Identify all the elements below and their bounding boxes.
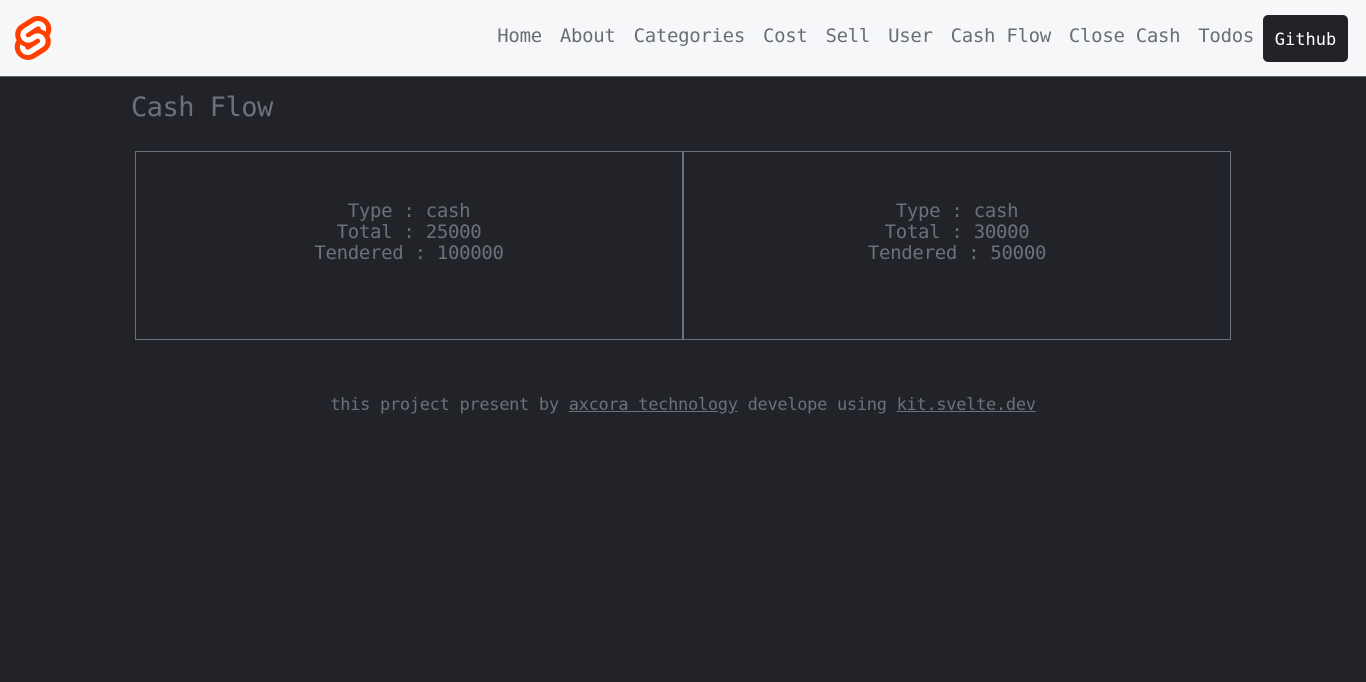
page-title: Cash Flow bbox=[131, 92, 273, 123]
nav-link-home[interactable]: Home bbox=[497, 25, 542, 47]
nav-link-sell[interactable]: Sell bbox=[826, 25, 871, 47]
cash-flow-card: Type : cash Total : 25000 Tendered : 100… bbox=[135, 151, 683, 340]
nav-link-categories[interactable]: Categories bbox=[634, 25, 746, 47]
footer: this project present by axcora technolog… bbox=[0, 395, 1366, 415]
nav-link-about[interactable]: About bbox=[560, 25, 616, 47]
card-tendered: Tendered : 50000 bbox=[867, 242, 1047, 264]
card-tendered: Tendered : 100000 bbox=[314, 242, 504, 264]
nav-link-user[interactable]: User bbox=[888, 25, 933, 47]
footer-text: develope using bbox=[737, 395, 897, 415]
card-type: Type : cash bbox=[895, 200, 1019, 222]
nav-link-cost[interactable]: Cost bbox=[763, 25, 808, 47]
cash-flow-list: Type : cash Total : 25000 Tendered : 100… bbox=[135, 151, 1231, 340]
sveltekit-link[interactable]: kit.svelte.dev bbox=[897, 395, 1036, 415]
svelte-logo-icon[interactable] bbox=[14, 15, 52, 61]
card-type: Type : cash bbox=[347, 200, 471, 222]
nav-link-cash-flow[interactable]: Cash Flow bbox=[951, 25, 1052, 47]
nav-link-todos[interactable]: Todos bbox=[1198, 25, 1254, 47]
cash-flow-card: Type : cash Total : 30000 Tendered : 500… bbox=[683, 151, 1231, 340]
main-nav: Home About Categories Cost Sell User Cas… bbox=[479, 0, 1254, 72]
header: Home About Categories Cost Sell User Cas… bbox=[0, 0, 1366, 77]
nav-link-close-cash[interactable]: Close Cash bbox=[1069, 25, 1181, 47]
card-total: Total : 30000 bbox=[884, 221, 1030, 243]
footer-text: this project present by bbox=[330, 395, 569, 415]
axcora-link[interactable]: axcora technology bbox=[569, 395, 738, 415]
github-button[interactable]: Github bbox=[1263, 15, 1348, 62]
card-total: Total : 25000 bbox=[336, 221, 482, 243]
